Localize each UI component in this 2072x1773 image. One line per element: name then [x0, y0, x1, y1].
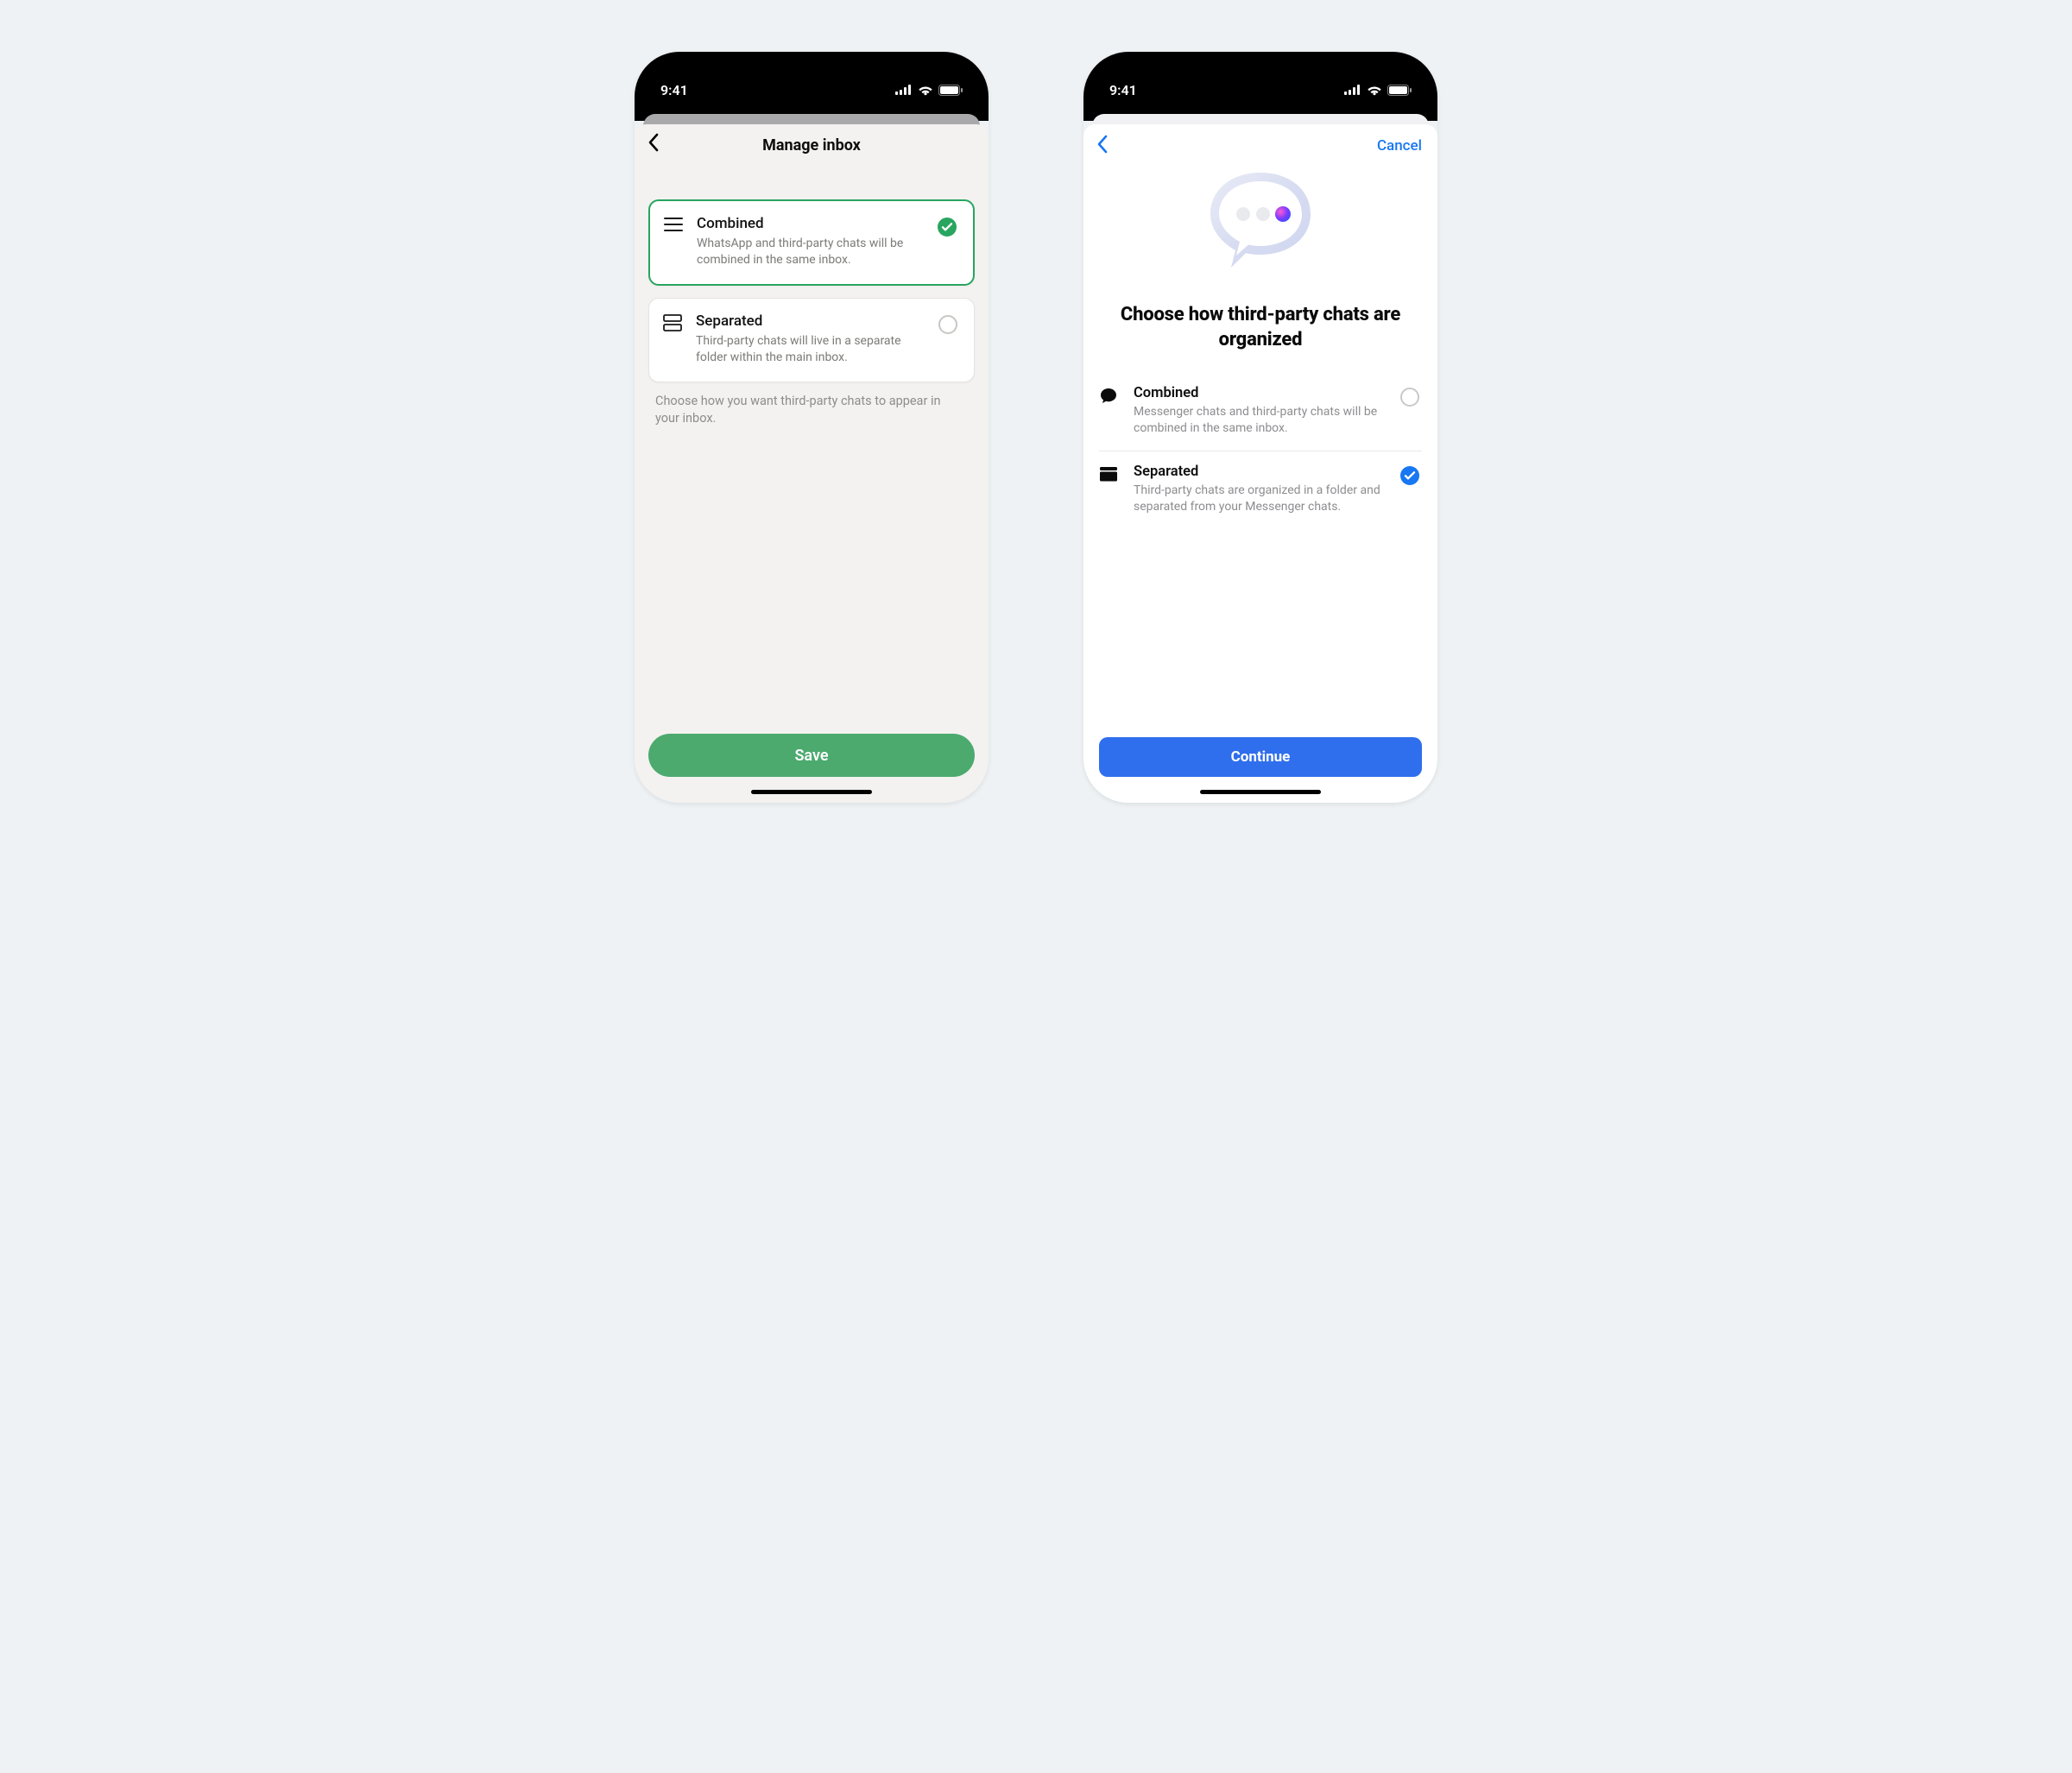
chevron-left-icon	[1096, 135, 1109, 154]
option-desc: Messenger chats and third-party chats wi…	[1134, 404, 1387, 437]
status-time: 9:41	[660, 82, 688, 98]
helper-text: Choose how you want third-party chats to…	[635, 382, 989, 428]
list-lines-icon	[664, 217, 683, 232]
sheet: Manage inbox Combined WhatsApp and third…	[635, 124, 989, 803]
battery-icon	[938, 85, 963, 96]
status-icons	[895, 85, 963, 96]
battery-icon	[1387, 85, 1412, 96]
options-list: Combined WhatsApp and third-party chats …	[635, 172, 989, 382]
options-list: Combined Messenger chats and third-party…	[1083, 368, 1437, 529]
continue-button-label: Continue	[1231, 748, 1291, 766]
page-heading: Choose how third-party chats are organiz…	[1083, 302, 1437, 352]
folder-filled-icon	[1099, 465, 1118, 483]
radio-selected-icon	[1399, 465, 1420, 486]
radio-unselected-icon	[938, 314, 958, 335]
chat-bubble-illustration-icon	[1196, 166, 1325, 287]
status-time: 9:41	[1109, 82, 1137, 98]
option-title: Combined	[697, 215, 925, 232]
option-desc: WhatsApp and third-party chats will be c…	[697, 236, 925, 268]
page-title: Manage inbox	[762, 136, 861, 155]
radio-unselected-icon	[1399, 387, 1420, 407]
home-indicator[interactable]	[751, 790, 872, 794]
phone-whatsapp: 9:41 Manage inbox Combined	[635, 52, 989, 803]
status-bar: 9:41	[1083, 52, 1437, 121]
hero-illustration	[1083, 162, 1437, 302]
cellular-icon	[1344, 85, 1361, 95]
wifi-icon	[918, 85, 933, 96]
option-title: Separated	[696, 312, 925, 330]
cancel-button[interactable]: Cancel	[1377, 137, 1422, 155]
continue-button[interactable]: Continue	[1099, 737, 1422, 777]
radio-selected-icon	[937, 217, 957, 237]
split-rows-icon	[663, 314, 682, 331]
save-button-label: Save	[794, 747, 828, 765]
option-separated[interactable]: Separated Third-party chats are organize…	[1099, 451, 1422, 529]
wifi-icon	[1367, 85, 1382, 96]
save-button[interactable]: Save	[648, 734, 975, 777]
back-button[interactable]	[1096, 135, 1109, 157]
status-bar: 9:41	[635, 52, 989, 121]
header: Manage inbox	[635, 124, 989, 172]
option-desc: Third-party chats will live in a separat…	[696, 333, 925, 366]
sheet: Cancel	[1083, 124, 1437, 803]
cellular-icon	[895, 85, 913, 95]
chat-filled-icon	[1099, 387, 1118, 406]
option-combined[interactable]: Combined Messenger chats and third-party…	[1099, 373, 1422, 451]
option-combined[interactable]: Combined WhatsApp and third-party chats …	[648, 199, 975, 286]
back-button[interactable]	[647, 133, 660, 155]
option-title: Combined	[1134, 385, 1387, 401]
home-indicator[interactable]	[1200, 790, 1321, 794]
chevron-left-icon	[647, 133, 660, 152]
phone-messenger: 9:41 Cancel	[1083, 52, 1437, 803]
option-desc: Third-party chats are organized in a fol…	[1134, 483, 1387, 515]
option-separated[interactable]: Separated Third-party chats will live in…	[648, 298, 975, 382]
option-title: Separated	[1134, 464, 1387, 480]
status-icons	[1344, 85, 1412, 96]
nav-bar: Cancel	[1083, 124, 1437, 162]
